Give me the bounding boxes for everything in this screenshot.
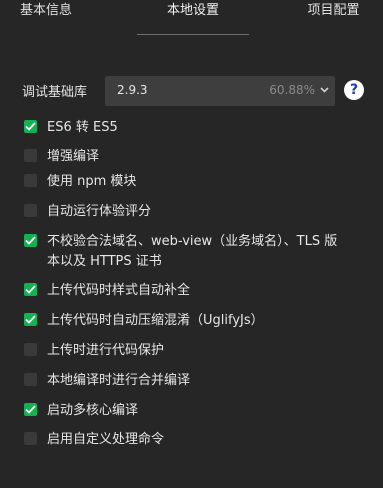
base-library-select[interactable]: 2.9.3 60.88% (105, 76, 335, 106)
checkbox-checked[interactable] (24, 234, 37, 247)
checkbox-unchecked[interactable] (24, 174, 37, 187)
check-icon (25, 315, 36, 324)
checkbox-checked[interactable] (24, 313, 37, 326)
option-label: 启用自定义处理命令 (47, 432, 165, 447)
checkbox-unchecked[interactable] (24, 343, 37, 356)
option-label: 本地编译时进行合并编译 (47, 373, 191, 388)
check-icon (25, 122, 36, 131)
base-library-version: 2.9.3 (117, 83, 148, 97)
checkbox-unchecked[interactable] (24, 432, 37, 445)
tab-project-config[interactable]: 项目配置 (284, 0, 383, 22)
checkbox-checked[interactable] (24, 283, 37, 296)
check-icon (25, 236, 36, 245)
option-label: 使用 npm 模块 (47, 174, 137, 189)
option-label: ES6 转 ES5 (47, 120, 118, 135)
checkbox-checked[interactable] (24, 403, 37, 416)
checkbox-checked[interactable] (24, 120, 37, 133)
base-library-row: 调试基础库 2.9.3 60.88% (0, 76, 383, 106)
option-label: 自动运行体验评分 (47, 204, 152, 219)
option-label: 启动多核心编译 (47, 403, 139, 418)
base-library-percent: 60.88% (269, 83, 315, 97)
option-label: 上传代码时样式自动补全 (47, 283, 191, 298)
tab-basic-info[interactable]: 基本信息 (0, 0, 92, 22)
checkbox-unchecked[interactable] (24, 373, 37, 386)
option-label: 不校验合法域名、web-view（业务域名）、TLS 版本以及 HTTPS 证书 (47, 234, 338, 269)
help-icon[interactable]: ? (344, 80, 364, 100)
option-label: 上传时进行代码保护 (47, 343, 165, 358)
check-icon (25, 405, 36, 414)
tab-local-settings[interactable]: 本地设置 (137, 0, 249, 22)
settings-tabs: 基本信息 本地设置 项目配置 (0, 0, 383, 36)
checkbox-unchecked[interactable] (24, 204, 37, 217)
check-icon (25, 285, 36, 294)
chevron-down-icon (320, 87, 329, 93)
checkbox-unchecked[interactable] (24, 149, 37, 162)
base-library-label: 调试基础库 (22, 85, 88, 100)
option-label: 增强编译 (47, 149, 100, 164)
option-label: 上传代码时自动压缩混淆（UglifyJs） (47, 313, 264, 328)
active-tab-indicator (137, 34, 249, 35)
